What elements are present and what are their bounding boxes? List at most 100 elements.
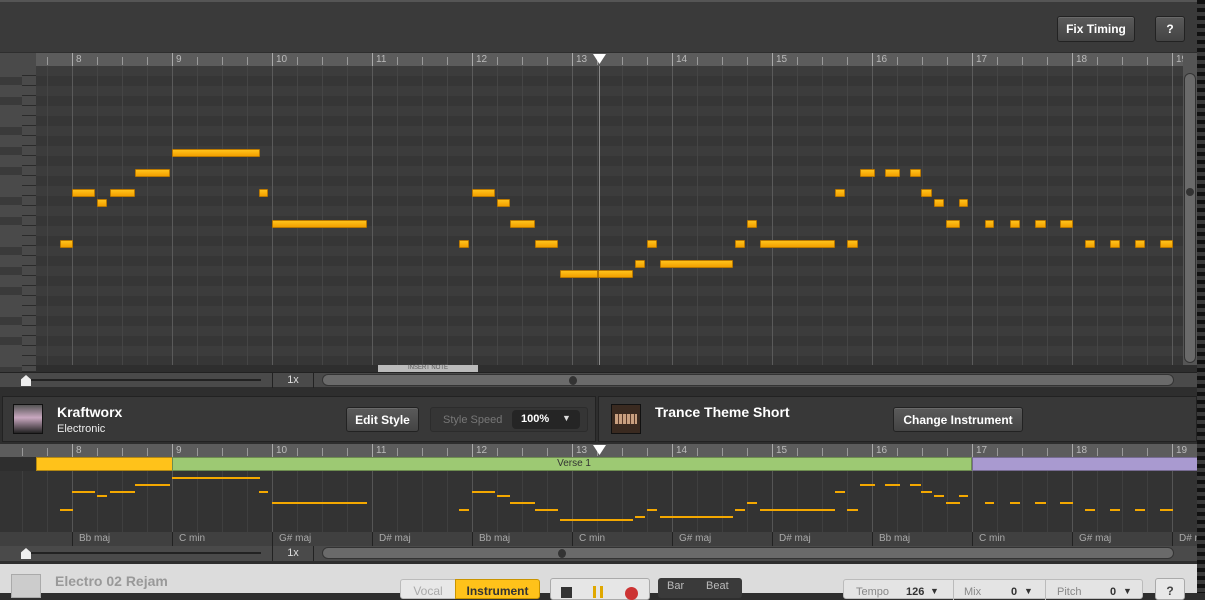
black-key[interactable]	[0, 217, 22, 225]
note[interactable]	[97, 199, 107, 208]
section-block[interactable]	[972, 457, 1197, 471]
chevron-down-icon[interactable]: ▼	[1024, 586, 1033, 596]
section-lane[interactable]: Verse 1	[0, 457, 1197, 471]
note[interactable]	[647, 239, 657, 248]
note[interactable]	[535, 239, 558, 248]
playhead-marker[interactable]	[593, 54, 606, 64]
arrangement-zoom-slider[interactable]	[25, 552, 261, 554]
note[interactable]	[921, 189, 933, 198]
note[interactable]	[172, 148, 260, 157]
note[interactable]	[598, 270, 633, 278]
black-key[interactable]	[0, 247, 22, 255]
note[interactable]	[635, 259, 645, 268]
note[interactable]	[946, 219, 960, 228]
black-key[interactable]	[0, 267, 22, 275]
note[interactable]	[259, 189, 268, 198]
timeline-ruler[interactable]: 8 9 10 11 12 13 14 15 16 17 18 19	[36, 53, 1183, 66]
black-key[interactable]	[0, 97, 22, 105]
black-key[interactable]	[0, 127, 22, 135]
mini-note-lane[interactable]	[0, 471, 1197, 532]
note[interactable]	[459, 239, 469, 248]
note[interactable]	[72, 189, 95, 198]
chord-label[interactable]: G# maj	[272, 532, 372, 546]
chord-label[interactable]: C min	[572, 532, 672, 546]
note[interactable]	[272, 219, 367, 228]
vocal-tab[interactable]: Vocal	[400, 579, 456, 599]
zoom-slider-handle[interactable]	[21, 375, 31, 386]
black-key[interactable]	[0, 337, 22, 345]
insert-note-button[interactable]: INSERT NOTE	[378, 365, 478, 372]
zoom-slider-handle[interactable]	[21, 548, 31, 559]
note[interactable]	[847, 239, 859, 248]
record-icon[interactable]	[625, 587, 638, 600]
note[interactable]	[910, 169, 922, 177]
chord-label[interactable]: Bb maj	[872, 532, 972, 546]
chord-label[interactable]: C min	[172, 532, 272, 546]
note[interactable]	[60, 239, 73, 248]
vertical-scrollbar[interactable]	[1183, 53, 1197, 365]
note[interactable]	[1085, 239, 1095, 248]
chord-label[interactable]: C min	[972, 532, 1072, 546]
chord-label[interactable]: Bb maj	[472, 532, 572, 546]
chord-label[interactable]: D# maj	[372, 532, 472, 546]
note[interactable]	[1035, 219, 1047, 228]
bottom-help-button[interactable]: ?	[1155, 578, 1185, 600]
fix-timing-button[interactable]: Fix Timing	[1057, 16, 1135, 42]
chord-label[interactable]: D# maj	[772, 532, 872, 546]
help-button[interactable]: ?	[1155, 16, 1185, 42]
playhead-marker[interactable]	[593, 445, 606, 455]
note[interactable]	[959, 199, 968, 208]
chord-lane[interactable]: D# majBb majC minG# majD# majBb majC min…	[0, 532, 1197, 546]
note[interactable]	[1060, 219, 1073, 228]
zoom-level[interactable]: 1x	[272, 373, 314, 388]
mix-value[interactable]: 0	[1011, 586, 1017, 598]
change-instrument-button[interactable]: Change Instrument	[893, 407, 1023, 432]
pause-icon[interactable]	[593, 586, 603, 598]
note[interactable]	[110, 189, 135, 198]
note[interactable]	[747, 219, 757, 228]
pitch-value[interactable]: 0	[1110, 586, 1116, 598]
instrument-tab[interactable]: Instrument	[455, 579, 540, 599]
black-key[interactable]	[0, 197, 22, 205]
note[interactable]	[860, 169, 875, 177]
note[interactable]	[985, 219, 994, 228]
chord-label[interactable]: G# maj	[672, 532, 772, 546]
black-key[interactable]	[0, 167, 22, 175]
chord-label[interactable]: Bb maj	[72, 532, 172, 546]
black-key[interactable]	[0, 77, 22, 85]
note[interactable]	[735, 239, 745, 248]
edit-style-button[interactable]: Edit Style	[346, 407, 419, 432]
piano-keys[interactable]	[0, 53, 36, 376]
chord-label[interactable]: G# maj	[1072, 532, 1172, 546]
note[interactable]	[135, 169, 170, 177]
chevron-down-icon[interactable]: ▼	[930, 586, 939, 596]
black-key[interactable]	[0, 147, 22, 155]
tempo-value[interactable]: 126	[906, 586, 924, 598]
note[interactable]	[560, 270, 598, 278]
chord-label[interactable]: D# maj	[1172, 532, 1197, 546]
note[interactable]	[1010, 219, 1020, 228]
note[interactable]	[1135, 239, 1145, 248]
note[interactable]	[885, 169, 900, 177]
chord-label[interactable]: D# maj	[0, 532, 72, 546]
arrangement-scrollbar[interactable]	[322, 547, 1174, 559]
note[interactable]	[660, 259, 733, 268]
note[interactable]	[760, 239, 835, 248]
note[interactable]	[510, 219, 535, 228]
piano-roll-grid[interactable]	[36, 66, 1183, 365]
style-speed-dropdown[interactable]: 100% ▼	[512, 410, 580, 429]
horizontal-scrollbar[interactable]	[322, 374, 1174, 386]
note[interactable]	[1110, 239, 1120, 248]
arrangement-zoom-level[interactable]: 1x	[272, 546, 314, 561]
note[interactable]	[1160, 239, 1173, 248]
note[interactable]	[497, 199, 510, 208]
chevron-down-icon[interactable]: ▼	[1123, 586, 1132, 596]
note[interactable]	[472, 189, 495, 198]
black-key[interactable]	[0, 317, 22, 325]
black-key[interactable]	[0, 287, 22, 295]
note[interactable]	[835, 189, 845, 198]
zoom-slider[interactable]	[25, 379, 261, 381]
arrangement-ruler[interactable]: 8 9 10 11 12 13 14 15 16 17 18 19	[0, 444, 1197, 457]
section-block[interactable]: Verse 1	[172, 457, 972, 471]
scroll-thumb[interactable]	[1186, 188, 1194, 196]
